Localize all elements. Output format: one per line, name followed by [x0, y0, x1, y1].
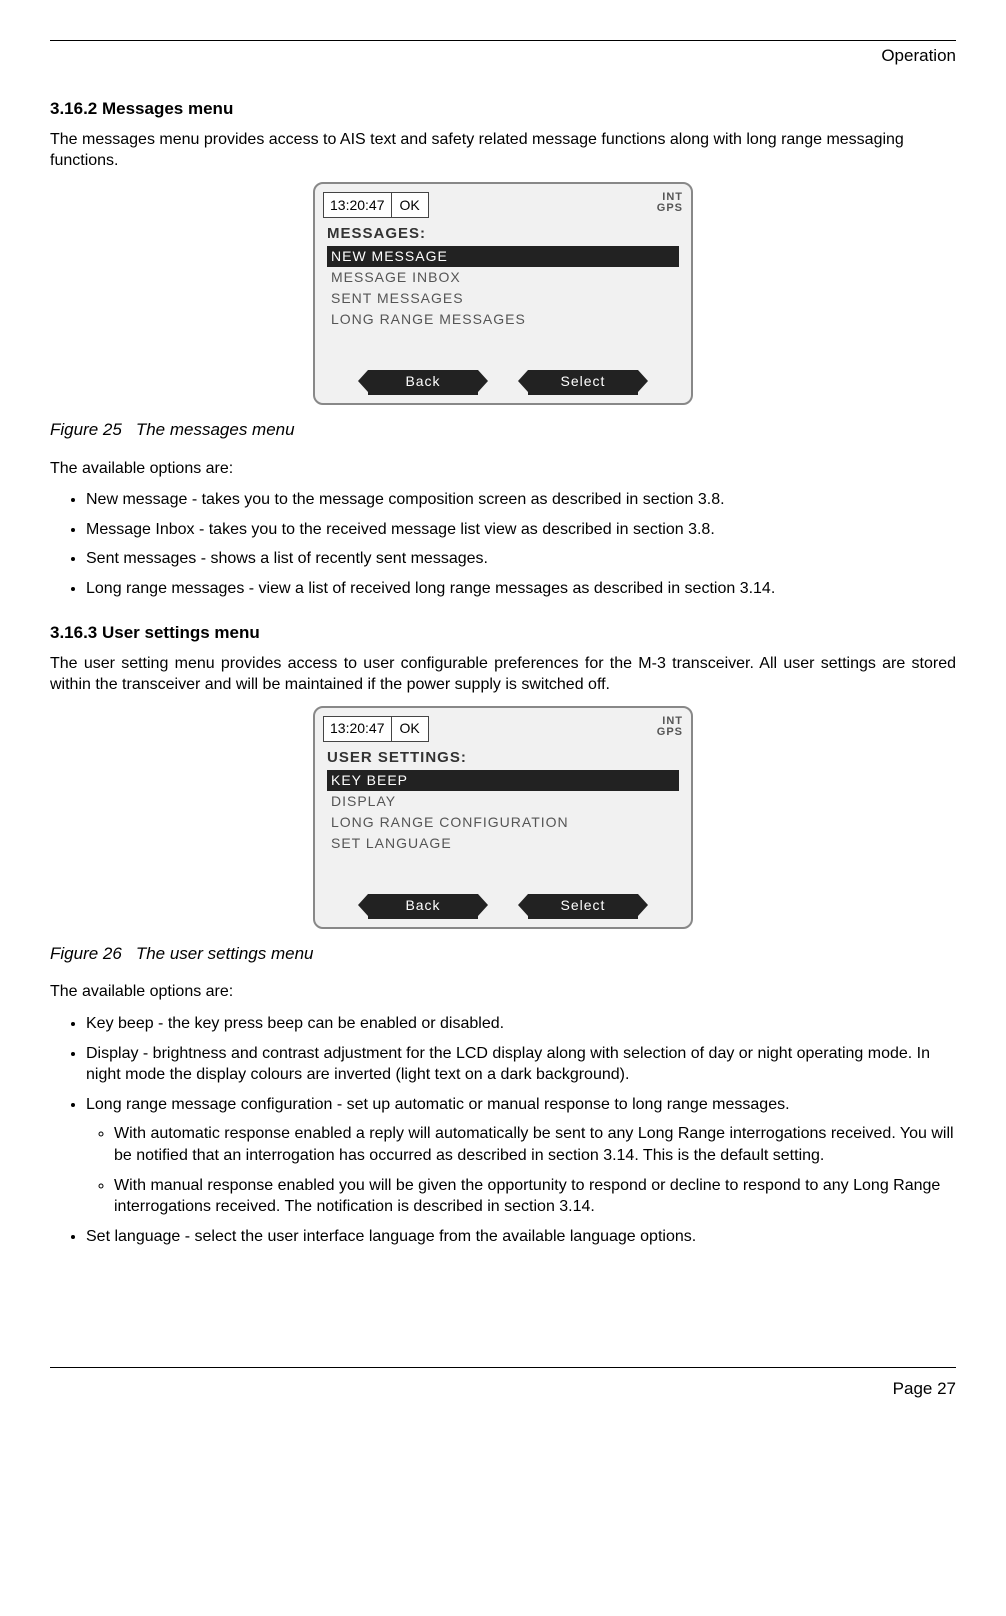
softkey-back[interactable]: Back — [368, 370, 478, 395]
status-int-gps: INT GPS — [657, 716, 683, 742]
top-rule — [50, 40, 956, 41]
status-time: 13:20:47 — [323, 716, 392, 742]
figure-25-device: 13:20:47 OK INT GPS MESSAGES: NEW MESSAG… — [313, 182, 693, 405]
options1-list: New message - takes you to the message c… — [86, 489, 956, 599]
menu-item-set-language[interactable]: SET LANGUAGE — [327, 833, 679, 854]
device-screen: 13:20:47 OK INT GPS USER SETTINGS: KEY B… — [313, 706, 693, 929]
device-screen: 13:20:47 OK INT GPS MESSAGES: NEW MESSAG… — [313, 182, 693, 405]
figure-25-caption: Figure 25 The messages menu — [50, 419, 956, 442]
para-messages-intro: The messages menu provides access to AIS… — [50, 129, 956, 172]
status-ok: OK — [392, 716, 429, 742]
status-spacer — [429, 716, 657, 742]
opt2-key-beep: Key beep - the key press beep can be ena… — [86, 1013, 956, 1035]
menu-item-long-range-config[interactable]: LONG RANGE CONFIGURATION — [327, 812, 679, 833]
menu-item-sent[interactable]: SENT MESSAGES — [327, 288, 679, 309]
status-int-gps: INT GPS — [657, 192, 683, 218]
options1-lead: The available options are: — [50, 458, 956, 480]
opt1-new-message: New message - takes you to the message c… — [86, 489, 956, 511]
opt2-sublist: With automatic response enabled a reply … — [114, 1123, 956, 1217]
status-bar: 13:20:47 OK INT GPS — [323, 716, 683, 742]
fig25-text: The messages menu — [136, 420, 295, 439]
options2-list: Key beep - the key press beep can be ena… — [86, 1013, 956, 1247]
fig25-num: Figure 25 — [50, 420, 122, 439]
opt2-sub-manual: With manual response enabled you will be… — [114, 1175, 956, 1218]
status-gps: GPS — [657, 727, 683, 738]
footer-rule — [50, 1367, 956, 1368]
menu-list: KEY BEEP DISPLAY LONG RANGE CONFIGURATIO… — [327, 770, 679, 854]
menu-item-new-message[interactable]: NEW MESSAGE — [327, 246, 679, 267]
softkey-select[interactable]: Select — [528, 370, 638, 395]
status-bar: 13:20:47 OK INT GPS — [323, 192, 683, 218]
status-time: 13:20:47 — [323, 192, 392, 218]
opt2-display: Display - brightness and contrast adjust… — [86, 1043, 956, 1086]
softkey-back[interactable]: Back — [368, 894, 478, 919]
status-spacer — [429, 192, 657, 218]
status-ok: OK — [392, 192, 429, 218]
softkey-row: Back Select — [323, 370, 683, 395]
opt2-set-language: Set language - select the user interface… — [86, 1226, 956, 1248]
fig26-num: Figure 26 — [50, 944, 122, 963]
menu-item-display[interactable]: DISPLAY — [327, 791, 679, 812]
menu-title: USER SETTINGS: — [327, 748, 683, 768]
options2-lead: The available options are: — [50, 981, 956, 1003]
figure-26-caption: Figure 26 The user settings menu — [50, 943, 956, 966]
status-gps: GPS — [657, 203, 683, 214]
heading-messages-menu: 3.16.2 Messages menu — [50, 98, 956, 121]
opt1-sent: Sent messages - shows a list of recently… — [86, 548, 956, 570]
softkey-select[interactable]: Select — [528, 894, 638, 919]
heading-user-settings: 3.16.3 User settings menu — [50, 622, 956, 645]
menu-item-long-range[interactable]: LONG RANGE MESSAGES — [327, 309, 679, 330]
figure-26-device: 13:20:47 OK INT GPS USER SETTINGS: KEY B… — [313, 706, 693, 929]
opt2-long-range-text: Long range message configuration - set u… — [86, 1096, 790, 1113]
menu-list: NEW MESSAGE MESSAGE INBOX SENT MESSAGES … — [327, 246, 679, 330]
menu-title: MESSAGES: — [327, 224, 683, 244]
menu-item-inbox[interactable]: MESSAGE INBOX — [327, 267, 679, 288]
header-section-label: Operation — [50, 45, 956, 68]
fig26-text: The user settings menu — [136, 944, 314, 963]
para-user-settings-intro: The user setting menu provides access to… — [50, 653, 956, 696]
opt2-sub-auto: With automatic response enabled a reply … — [114, 1123, 956, 1166]
page-number: Page 27 — [50, 1378, 956, 1401]
menu-item-key-beep[interactable]: KEY BEEP — [327, 770, 679, 791]
softkey-row: Back Select — [323, 894, 683, 919]
opt1-long-range: Long range messages - view a list of rec… — [86, 578, 956, 600]
opt2-long-range: Long range message configuration - set u… — [86, 1094, 956, 1218]
opt1-inbox: Message Inbox - takes you to the receive… — [86, 519, 956, 541]
menu-space — [323, 854, 683, 894]
menu-space — [323, 330, 683, 370]
